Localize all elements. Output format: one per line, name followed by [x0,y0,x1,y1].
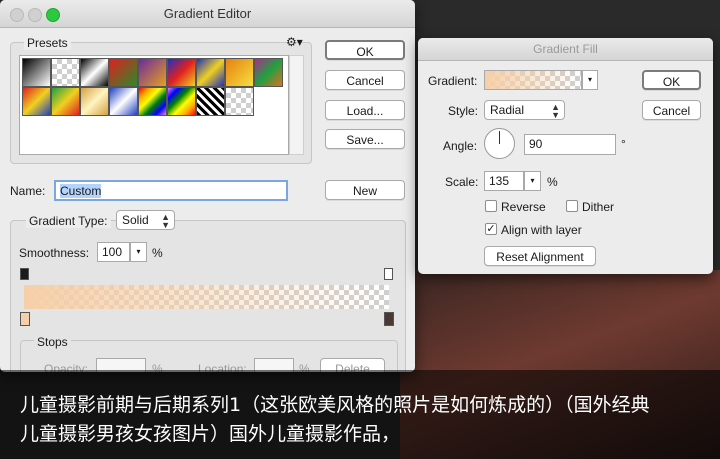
reverse-label: Reverse [501,200,546,214]
gradient-picker[interactable] [484,70,582,90]
name-value: Custom [60,184,102,198]
presets-label: Presets [24,36,71,50]
style-select[interactable]: Radial ▲ ▼ [484,100,565,120]
preset-swatch[interactable] [109,87,138,116]
angle-field[interactable]: 90 [524,134,616,155]
preset-swatch[interactable] [109,58,138,87]
chevron-updown-icon: ▲ ▼ [161,212,170,230]
smoothness-field[interactable]: 100 [97,242,130,262]
preset-swatch[interactable] [167,58,196,87]
preset-swatch[interactable] [80,58,109,87]
gradient-picker-dropdown[interactable]: ▾ [582,70,598,90]
opacity-stop-left[interactable] [20,268,29,280]
reverse-checkbox[interactable] [485,200,497,212]
gradient-editor-title: Gradient Editor [163,6,252,21]
preset-swatch[interactable] [225,58,254,87]
preset-swatch[interactable] [225,87,254,116]
align-with-layer-checkbox[interactable]: ✓ [485,223,497,235]
preset-swatch[interactable] [22,58,51,87]
preset-swatch[interactable] [196,58,225,87]
smoothness-value: 100 [102,245,123,259]
gradient-editor-window: Gradient Editor Presets ⚙▾ OK Cancel Loa… [0,0,415,372]
gradient-type-label: Gradient Type: [26,214,111,228]
preset-swatch[interactable] [51,87,80,116]
align-with-layer-label: Align with layer [501,223,582,237]
ok-button[interactable]: OK [325,40,405,60]
smoothness-label: Smoothness: [19,246,90,260]
gradient-type-select[interactable]: Solid ▲ ▼ [116,210,175,230]
opacity-stop-right[interactable] [384,268,393,280]
angle-value: 90 [529,137,543,151]
scale-dropdown[interactable]: ▾ [524,171,541,191]
color-stop-right[interactable] [384,312,394,326]
scale-field[interactable]: 135 [484,171,524,191]
preset-swatch[interactable] [196,87,225,116]
gradient-editor-titlebar: Gradient Editor [0,0,415,28]
chevron-updown-icon: ▲ ▼ [551,102,560,120]
zoom-window-button[interactable] [46,8,60,22]
gradient-fill-title: Gradient Fill [533,42,598,56]
preset-swatch[interactable] [138,87,167,116]
caption-line-1: 儿童摄影前期与后期系列1（这张欧美风格的照片是如何炼成的）（国外经典 [20,394,650,416]
save-button[interactable]: Save... [325,129,405,149]
scale-unit: % [547,175,558,189]
smoothness-dropdown[interactable]: ▾ [130,242,147,262]
scale-label: Scale: [445,175,479,189]
name-label: Name: [10,184,46,198]
stops-label: Stops [34,335,71,349]
gradient-type-value: Solid [122,213,149,227]
preset-swatch[interactable] [51,58,80,87]
style-label: Style: [448,104,479,118]
fill-ok-button[interactable]: OK [642,70,701,90]
caption-line-2: 儿童摄影男孩女孩图片）国外儿童摄影作品， [20,423,401,445]
preset-swatch[interactable] [167,87,196,116]
gradient-fill-titlebar: Gradient Fill [418,38,713,61]
angle-dial[interactable] [484,128,515,159]
name-field[interactable]: Custom [54,180,288,201]
reset-alignment-button[interactable]: Reset Alignment [484,246,596,266]
color-stop-left[interactable] [20,312,30,326]
new-button[interactable]: New [325,180,405,200]
cancel-button[interactable]: Cancel [325,70,405,90]
preset-swatch[interactable] [254,58,283,87]
caption-overlay: 儿童摄影前期与后期系列1（这张欧美风格的照片是如何炼成的）（国外经典 儿童摄影男… [0,370,720,459]
angle-label: Angle: [443,139,478,153]
presets-scrollbar[interactable] [289,55,304,155]
dither-label: Dither [582,200,615,214]
angle-unit: ° [621,137,626,151]
minimize-window-button[interactable] [28,8,42,22]
preset-swatch[interactable] [80,87,109,116]
gradient-fill-window: Gradient Fill Gradient: ▾ Style: Radial … [418,38,713,274]
fill-cancel-button[interactable]: Cancel [642,100,701,120]
dither-checkbox[interactable] [566,200,578,212]
preset-swatch[interactable] [138,58,167,87]
smoothness-unit: % [152,246,163,260]
presets-grid [19,55,289,155]
close-window-button[interactable] [10,8,24,22]
style-value: Radial [490,103,525,117]
load-button[interactable]: Load... [325,100,405,120]
gradient-preview-bar[interactable] [24,285,389,309]
gear-icon[interactable]: ⚙▾ [286,35,303,49]
preset-swatch[interactable] [22,87,51,116]
gradient-label: Gradient: [428,74,478,88]
scale-value: 135 [489,174,510,188]
